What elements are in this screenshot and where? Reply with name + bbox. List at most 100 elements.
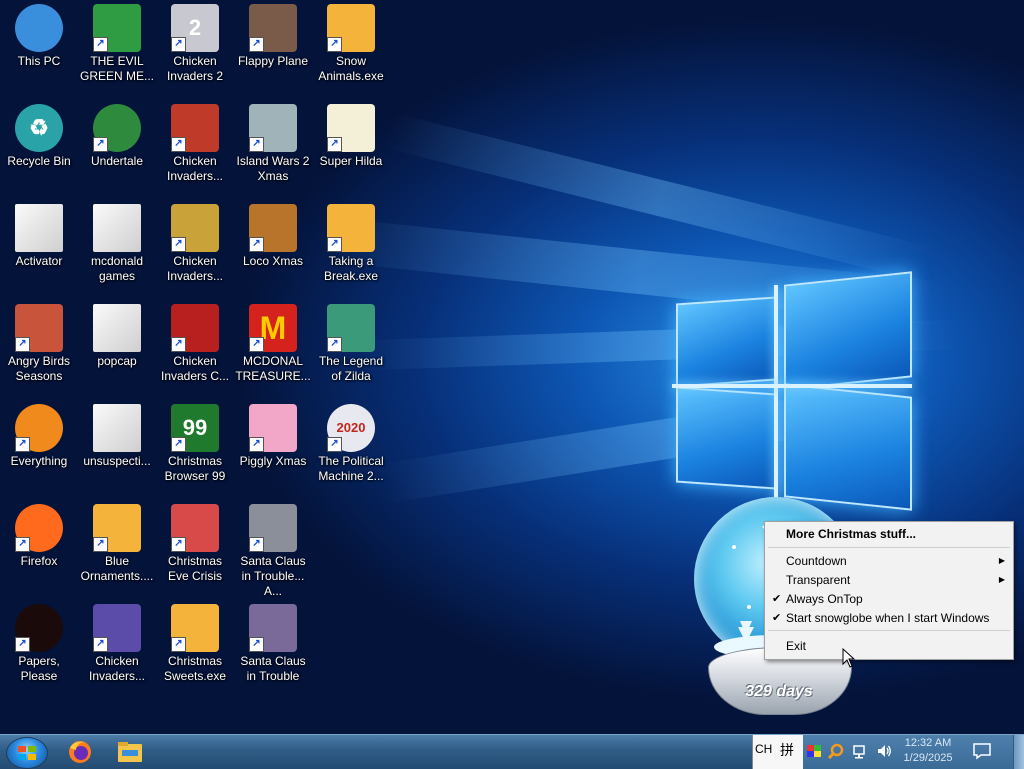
shortcut-arrow-icon: ↗	[327, 437, 342, 452]
papers-please-icon: ↗	[15, 604, 63, 652]
desktop-icon[interactable]: ↗ Santa Claus in Trouble... A...	[234, 500, 312, 598]
political-machine-icon: 2020 ↗	[327, 404, 375, 452]
angry-birds-icon: ↗	[15, 304, 63, 352]
start-button[interactable]	[6, 737, 48, 769]
desktop-icon-label: Chicken Invaders...	[88, 654, 146, 683]
volume-icon[interactable]	[876, 743, 892, 759]
shortcut-arrow-icon: ↗	[171, 137, 186, 152]
desktop-icon[interactable]: ↗ Undertale	[78, 100, 156, 196]
taskbar-clock[interactable]: 12:32 AM 1/29/2025	[902, 736, 954, 766]
input-language-indicator[interactable]: CH 拼	[752, 735, 803, 769]
menu-item-countdown[interactable]: Countdown ▶	[767, 551, 1011, 571]
desktop-icon-label: MCDONAL TREASURE...	[235, 354, 311, 383]
desktop-icon[interactable]: ↗ Chicken Invaders C...	[156, 300, 234, 396]
exe-icon: ↗	[171, 604, 219, 652]
shortcut-arrow-icon: ↗	[93, 137, 108, 152]
desktop-icon[interactable]: Activator	[0, 200, 78, 296]
icon-glyph	[93, 404, 141, 452]
shortcut-arrow-icon: ↗	[15, 537, 30, 552]
desktop-icon[interactable]: ↗ The Legend of Zilda	[312, 300, 390, 396]
menu-item-exit[interactable]: Exit	[767, 636, 1011, 656]
desktop-icon[interactable]: ↗ Chicken Invaders...	[156, 200, 234, 296]
shortcut-arrow-icon: ↗	[249, 237, 264, 252]
submenu-arrow-icon: ▶	[998, 575, 1005, 584]
desktop-icon-label: Chicken Invaders 2	[166, 54, 224, 83]
undertale-icon: ↗	[93, 104, 141, 152]
desktop-icon[interactable]: ↗ Firefox	[0, 500, 78, 596]
shortcut-arrow-icon: ↗	[249, 637, 264, 652]
folder-icon	[118, 742, 142, 762]
action-center-icon[interactable]	[972, 742, 992, 760]
desktop-icon[interactable]: ↗ Island Wars 2 Xmas	[234, 100, 312, 196]
computer-icon	[15, 4, 63, 52]
show-desktop-button[interactable]	[1013, 735, 1024, 769]
piggly-icon: ↗	[249, 404, 297, 452]
shortcut-arrow-icon: ↗	[249, 437, 264, 452]
desktop-icon-label: Recycle Bin	[7, 154, 71, 168]
desktop-icon[interactable]: ↗ Super Hilda	[312, 100, 390, 196]
desktop-icon[interactable]: ♻ Recycle Bin	[0, 100, 78, 196]
desktop-icon[interactable]: ↗ Christmas Eve Crisis	[156, 500, 234, 596]
desktop-icon[interactable]: ↗ Taking a Break.exe	[312, 200, 390, 296]
desktop-icon[interactable]: ↗ Blue Ornaments....	[78, 500, 156, 596]
island-wars-icon: ↗	[249, 104, 297, 152]
taskbar-file-explorer-button[interactable]	[114, 738, 146, 766]
menu-item-always-on-top[interactable]: ✔ Always OnTop	[767, 589, 1011, 609]
desktop-icon[interactable]: This PC	[0, 0, 78, 96]
taskbar: CH 拼 12:32 AM 1/29/2025	[0, 734, 1024, 769]
everything-tray-icon[interactable]	[827, 743, 844, 760]
desktop-icon[interactable]: ↗ Papers, Please	[0, 600, 78, 696]
desktop-icon[interactable]: 2020 ↗ The Political Machine 2...	[312, 400, 390, 496]
windows-logo-icon	[18, 746, 36, 760]
desktop-icon[interactable]: ↗ Flappy Plane	[234, 0, 312, 96]
folder-icon	[93, 304, 141, 352]
system-tray: CH 拼 12:32 AM 1/29/2025	[752, 735, 1024, 769]
shortcut-arrow-icon: ↗	[93, 637, 108, 652]
menu-item-more-christmas-stuff[interactable]: More Christmas stuff...	[767, 524, 1011, 544]
desktop-icon[interactable]: ↗ Santa Claus in Trouble	[234, 600, 312, 696]
shortcut-arrow-icon: ↗	[171, 37, 186, 52]
christmas-tree-icon: 99 ↗	[171, 404, 219, 452]
desktop-icon[interactable]: 99 ↗ Christmas Browser 99	[156, 400, 234, 496]
desktop-icon[interactable]: ↗ Christmas Sweets.exe	[156, 600, 234, 696]
chicken-invaders-icon: ↗	[171, 204, 219, 252]
desktop-icon[interactable]: ↗ Everything	[0, 400, 78, 496]
snowglobe-tray-icon[interactable]	[806, 743, 822, 759]
santa-icon: ↗	[249, 604, 297, 652]
desktop-icon[interactable]: ↗ Chicken Invaders...	[78, 600, 156, 696]
folder-icon	[15, 204, 63, 252]
santa-icon: ↗	[249, 504, 297, 552]
shortcut-arrow-icon: ↗	[93, 537, 108, 552]
desktop-icon[interactable]: ↗ Loco Xmas	[234, 200, 312, 296]
desktop-icon-label: Santa Claus in Trouble	[240, 654, 306, 683]
desktop-icon[interactable]: unsuspecti...	[78, 400, 156, 496]
desktop-icon-label: Snow Animals.exe	[318, 54, 384, 83]
desktop-icon[interactable]: M ↗ MCDONAL TREASURE...	[234, 300, 312, 396]
desktop-icon[interactable]: ↗ Snow Animals.exe	[312, 0, 390, 96]
magnifier-icon: ↗	[15, 404, 63, 452]
desktop-icon-label: Papers, Please	[18, 654, 60, 683]
network-icon[interactable]	[852, 743, 868, 759]
shortcut-arrow-icon: ↗	[249, 337, 264, 352]
desktop-icon[interactable]: ↗ Piggly Xmas	[234, 400, 312, 496]
menu-item-label: More Christmas stuff...	[786, 527, 917, 541]
menu-item-transparent[interactable]: Transparent ▶	[767, 570, 1011, 590]
messenger-icon: ↗	[93, 4, 141, 52]
desktop-icon[interactable]: ↗ THE EVIL GREEN ME...	[78, 0, 156, 96]
desktop-icon[interactable]: ↗ Chicken Invaders...	[156, 100, 234, 196]
desktop-icon-label: Angry Birds Seasons	[7, 354, 71, 383]
menu-item-start-with-windows[interactable]: ✔ Start snowglobe when I start Windows	[767, 608, 1011, 628]
desktop-icon[interactable]: popcap	[78, 300, 156, 396]
clock-time: 12:32 AM	[904, 737, 952, 749]
desktop-icon-label: Chicken Invaders...	[166, 154, 224, 183]
menu-item-label: Start snowglobe when I start Windows	[786, 611, 990, 625]
taskbar-firefox-button[interactable]	[64, 738, 96, 766]
shortcut-arrow-icon: ↗	[15, 637, 30, 652]
desktop-icon[interactable]: 2 ↗ Chicken Invaders 2	[156, 0, 234, 96]
desktop-icon[interactable]: ↗ Angry Birds Seasons	[0, 300, 78, 396]
desktop-icon-label: Taking a Break.exe	[323, 254, 379, 283]
chicken-invaders-icon: ↗	[93, 604, 141, 652]
shortcut-arrow-icon: ↗	[327, 137, 342, 152]
desktop-icon-label: popcap	[97, 354, 137, 368]
desktop-icon[interactable]: mcdonald games	[78, 200, 156, 296]
